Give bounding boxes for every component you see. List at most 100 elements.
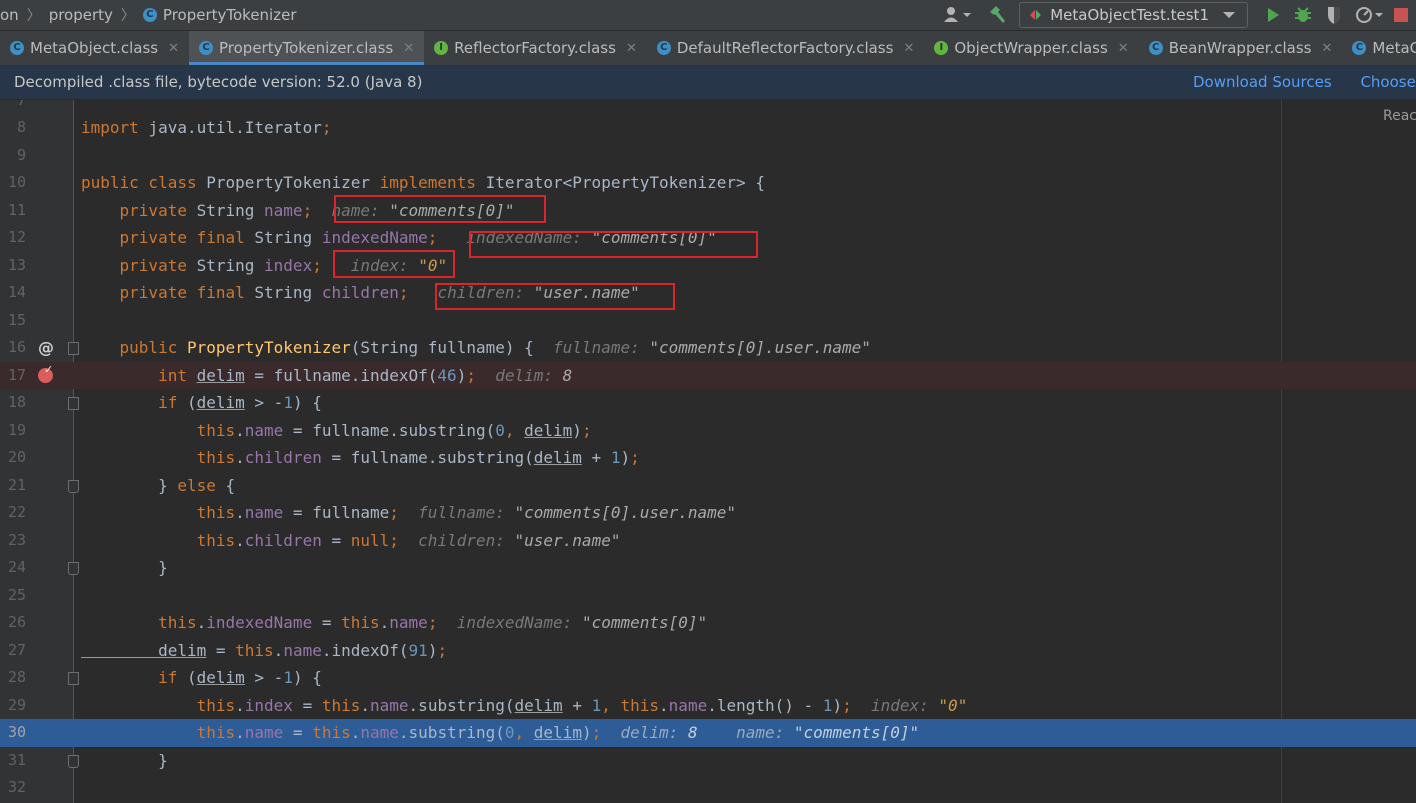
code-token: name [360,723,399,742]
breadcrumb-item[interactable]: PropertyTokenizer [163,6,297,24]
code-token: else [177,475,226,495]
debug-icon[interactable] [1292,3,1314,27]
line-number[interactable]: 15 [0,307,26,335]
tab-label: ObjectWrapper.class [954,39,1108,57]
code-token: 1 [591,695,602,715]
build-hammer-icon[interactable] [987,3,1007,27]
line-number[interactable]: 24 [0,554,26,582]
run-configuration-select[interactable]: MetaObjectTest.test1 [1019,2,1248,28]
fold-marker-icon[interactable] [68,754,79,768]
code-token: + [562,695,592,715]
line-number[interactable]: 22 [0,499,26,527]
breadcrumb-separator-icon: 〉 [26,8,41,24]
close-icon[interactable]: ✕ [1118,41,1129,56]
line-number[interactable]: 11 [0,197,26,225]
code-token: this [81,420,236,440]
tab-metaobject[interactable]: C MetaObject.class ✕ [0,31,189,65]
code-token: this [81,613,197,632]
tab-propertytokenizer[interactable]: C PropertyTokenizer.class ✕ [189,31,425,65]
code-text: this.children = null; children: "user.na… [81,527,621,555]
code-token: this [235,640,274,660]
close-icon[interactable]: ✕ [168,41,179,56]
line-number[interactable]: 28 [0,664,26,692]
fold-marker-icon[interactable] [68,397,79,410]
close-icon[interactable]: ✕ [403,41,414,56]
line-number[interactable]: 8 [0,114,26,142]
code-line: 30 this.name = this.name.substring(0, de… [0,719,1416,747]
inline-debug-value: delim: [495,365,563,385]
code-token: Iterator<PropertyTokenizer> { [485,173,765,192]
tab-objectwrapper[interactable]: I ObjectWrapper.class ✕ [924,31,1138,65]
line-number[interactable]: 27 [0,637,26,665]
line-number[interactable]: 13 [0,252,26,280]
coverage-icon[interactable] [1324,3,1344,27]
tab-defaultreflectorfactory[interactable]: C DefaultReflectorFactory.class ✕ [647,31,925,65]
code-line: 11 private String name; name: "comments[… [0,197,1416,225]
line-number[interactable]: 31 [0,747,26,775]
breadcrumb: on 〉 property 〉 C PropertyTokenizer [0,0,297,30]
line-number[interactable]: 21 [0,472,26,500]
line-number[interactable]: 19 [0,417,26,445]
line-number[interactable]: 10 [0,169,26,197]
line-number[interactable]: 26 [0,609,26,637]
code-text: } else { [81,472,235,500]
close-icon[interactable]: ✕ [626,41,637,56]
fold-marker-icon[interactable] [68,342,79,355]
code-token: name [244,723,284,742]
implementation-marker-icon[interactable]: @ [38,334,54,362]
close-icon[interactable]: ✕ [903,41,914,56]
tab-beanwrapper[interactable]: C BeanWrapper.class ✕ [1139,31,1343,65]
breadcrumb-item[interactable]: property [49,6,113,24]
line-number[interactable]: 9 [0,142,26,170]
breakpoint-icon[interactable] [38,363,53,383]
download-sources-link[interactable]: Download Sources [1193,73,1332,91]
line-number[interactable]: 23 [0,527,26,555]
line-number[interactable]: 12 [0,224,26,252]
code-token: 91 [408,640,428,660]
code-token: ) [572,420,582,440]
code-token: String [254,228,322,247]
user-dropdown-icon[interactable] [943,3,973,27]
tab-label: MetaC [1372,39,1416,57]
fold-marker-icon[interactable] [68,562,79,575]
line-number[interactable]: 32 [0,774,26,802]
line-number[interactable]: 29 [0,692,26,720]
code-token: ; [581,420,592,440]
line-number[interactable]: 17 [0,362,26,390]
code-token: int [81,365,197,385]
inline-debug-value: "comments[0].user.name" [649,338,871,357]
line-number[interactable]: 14 [0,279,26,307]
code-token: public class [81,173,207,192]
code-token: delim [81,640,207,660]
code-token: this [81,723,236,742]
code-token: name [389,613,428,632]
fold-marker-icon[interactable] [68,672,79,685]
class-icon: C [10,41,24,55]
choose-sources-link[interactable]: Choose S [1360,73,1416,91]
tab-reflectorfactory[interactable]: I ReflectorFactory.class ✕ [424,31,647,65]
code-token: ; [630,448,640,467]
code-token: ; [842,695,852,715]
close-icon[interactable]: ✕ [1322,41,1333,56]
line-number[interactable]: 25 [0,582,26,610]
code-text: public class PropertyTokenizer implement… [81,169,765,197]
code-token: .substring( [398,723,505,742]
breadcrumb-item[interactable]: on [0,6,19,24]
line-number[interactable]: 18 [0,389,26,417]
code-text: public PropertyTokenizer(String fullname… [81,334,871,362]
code-token: this [81,695,236,715]
inline-debug-value: 8 [687,723,698,742]
class-icon: C [1148,41,1163,55]
run-icon[interactable] [1264,3,1282,27]
line-number[interactable]: 30 [0,719,26,747]
stop-icon[interactable] [1394,3,1408,27]
profiler-icon[interactable] [1354,3,1384,27]
line-number[interactable]: 16 [0,334,26,362]
tab-metaclass[interactable]: C MetaC [1342,31,1416,65]
code-token: this [341,613,380,632]
fold-marker-icon[interactable] [68,479,79,493]
code-editor[interactable]: Reac 78import java.util.Iterator;910publ… [0,100,1416,803]
line-number[interactable]: 20 [0,444,26,472]
code-token: ( [186,393,197,412]
